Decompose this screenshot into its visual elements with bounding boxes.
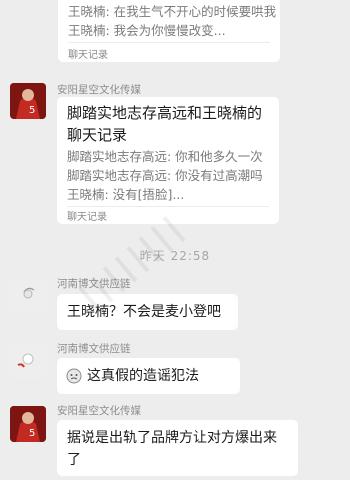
message-bubble[interactable]: 这真假的造谣犯法 [57,358,240,394]
avatar-image-icon: 5 [10,406,46,442]
record-title: 脚踏实地志存高远和王晓楠的聊天记录 [67,104,263,144]
record-preview-line: 脚踏实地志存高远: 你没有过高潮吗 [67,168,263,183]
message-bubble[interactable]: 王晓楠？不会是麦小登吧 [57,294,238,330]
avatar-image-icon [10,278,46,314]
message-text: 王晓楠？不会是麦小登吧 [67,304,221,320]
svg-text:5: 5 [29,105,35,116]
sender-name: 安阳星空文化传媒 [57,84,141,96]
record-preview-line: 王晓楠: 没有[捂脸]... [67,187,185,202]
record-preview-line: 脚踏实地志存高远: 你和他多久一次 [67,149,263,164]
avatar[interactable] [10,278,46,314]
card-divider [68,42,270,43]
avatar-image-icon: 5 [10,83,46,119]
svg-text:5: 5 [29,428,35,439]
record-footer-label: 聊天记录 [67,212,107,223]
record-footer-label: 聊天记录 [68,50,108,61]
avatar[interactable]: 5 [10,83,46,119]
card-divider [67,206,269,207]
avatar[interactable]: 5 [10,406,46,442]
sender-name: 安阳星空文化传媒 [57,405,141,417]
avatar[interactable] [10,343,46,379]
sender-name: 河南博文供应链 [57,278,131,290]
record-preview-line: 王晓楠: 我会为你慢慢改变... [68,23,226,38]
chat-record-card[interactable]: 脚踏实地志存高远和王晓楠的聊天记录 脚踏实地志存高远: 你和他多久一次 脚踏实地… [57,97,279,224]
timestamp: 昨天 22:58 [139,249,211,263]
face-emoji-icon [66,368,82,391]
message-text: 据说是出轨了品牌方让对方爆出来了 [67,430,277,468]
message-bubble[interactable]: 据说是出轨了品牌方让对方爆出来了 [57,420,298,476]
chat-record-card-top[interactable]: 王晓楠: 在我生气不开心的时候要哄我 王晓楠: 我会为你慢慢改变... 聊天记录 [58,0,280,62]
avatar-image-icon [10,343,46,379]
sender-name: 河南博文供应链 [57,343,131,355]
record-preview-line: 王晓楠: 在我生气不开心的时候要哄我 [68,4,277,19]
message-text: 这真假的造谣犯法 [87,368,199,384]
